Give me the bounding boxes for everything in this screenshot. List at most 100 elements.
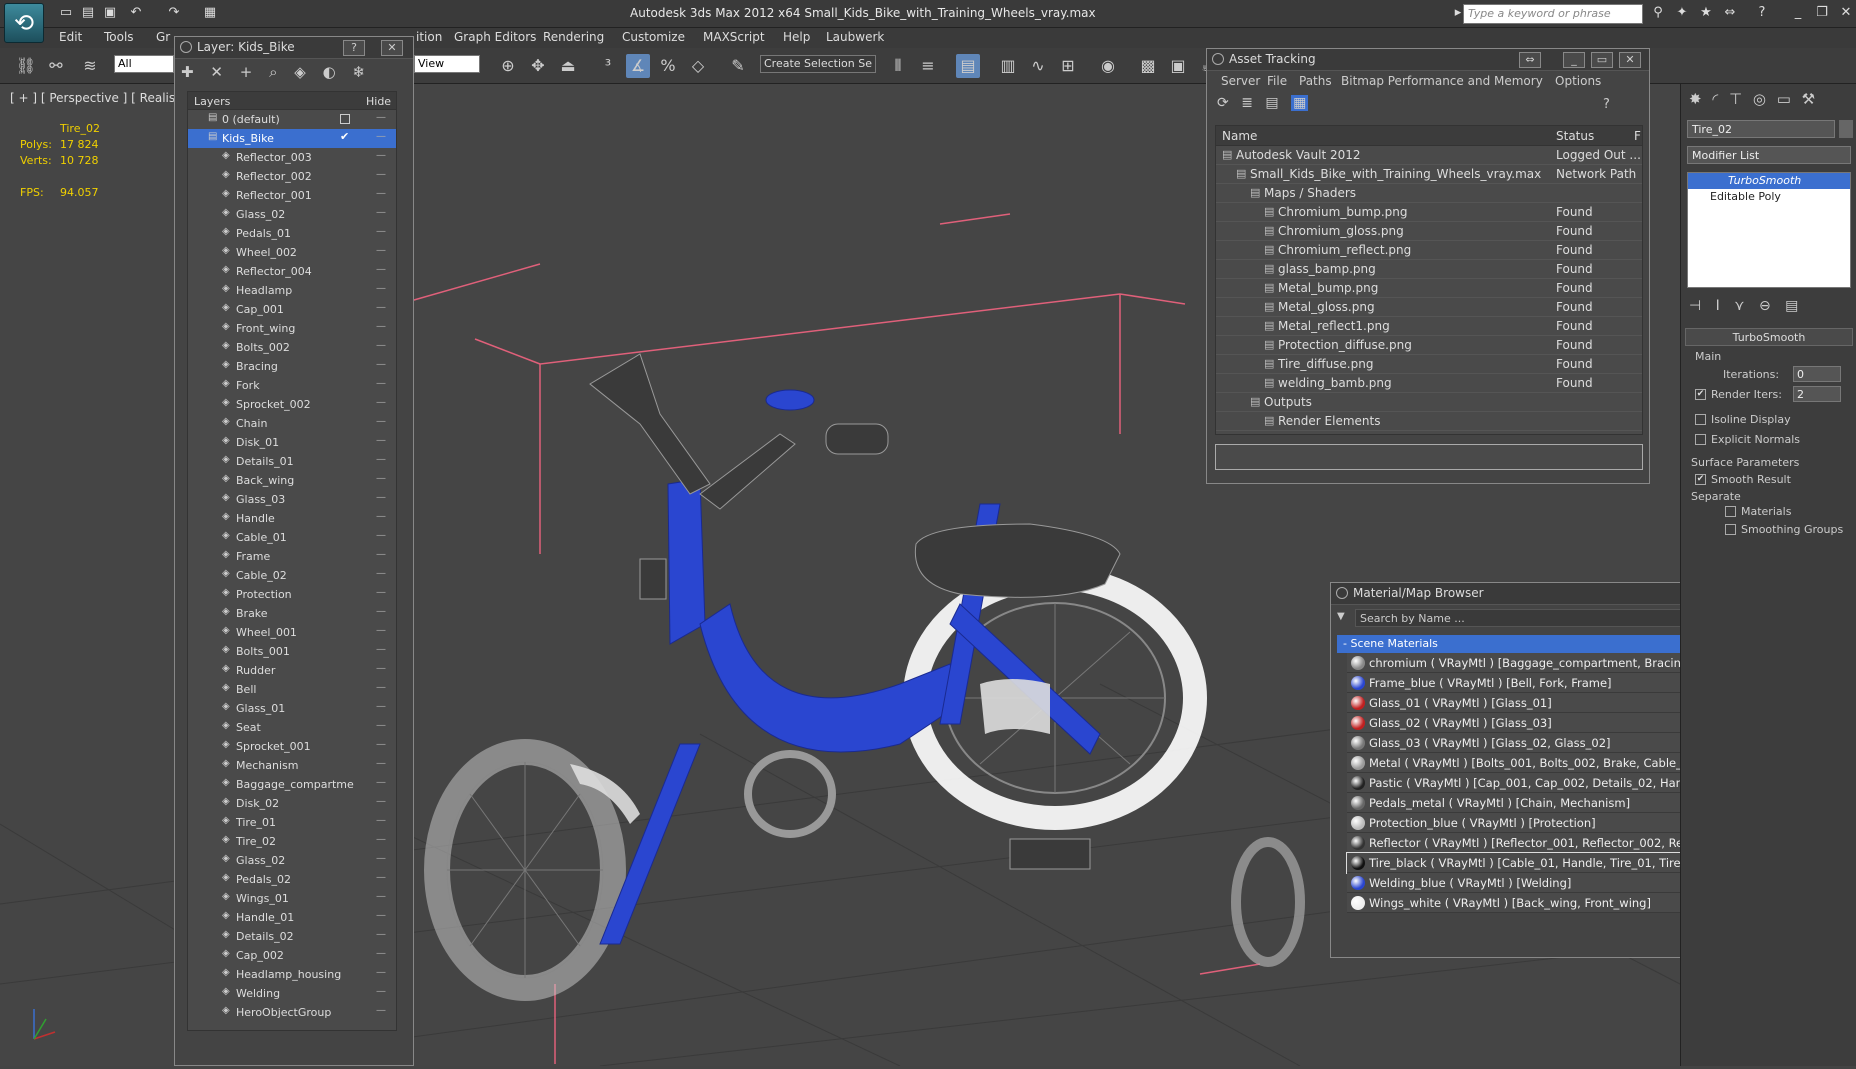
layer-row[interactable]: ◈ Bell — [188,680,396,699]
motion-tab-icon[interactable]: ◎ [1753,90,1766,108]
layer-row[interactable]: ◈ Seat — [188,718,396,737]
hide-toggle[interactable]: — [376,188,387,199]
menu-graph-editors[interactable]: Graph Editors [454,30,536,44]
hide-toggle[interactable]: — [376,739,387,750]
col-hide[interactable]: Hide [366,95,391,108]
reference-coord-dropdown[interactable]: View [414,55,480,73]
hide-toggle[interactable]: — [376,511,387,522]
menu-rendering[interactable]: Rendering [543,30,604,44]
hide-toggle[interactable]: — [376,872,387,883]
hide-toggle[interactable]: — [376,1005,387,1016]
select-manipulate-icon[interactable]: ✥ [526,54,550,78]
hide-toggle[interactable]: — [376,834,387,845]
smooth-result-checkbox[interactable]: ✔ [1695,474,1706,485]
layer-row[interactable]: ◈ Back_wing — [188,471,396,490]
layer-row[interactable]: ◈ Pedals_01 — [188,224,396,243]
asset-row[interactable]: ▤ Chromium_reflect.png Found [1216,241,1642,260]
asset-row[interactable]: ▤ glass_bamp.png Found [1216,260,1642,279]
close-window-icon[interactable]: ✕ [1838,5,1854,21]
asset-menu-paths[interactable]: Paths [1299,74,1332,88]
asset-path-field[interactable] [1215,444,1643,470]
hide-toggle[interactable]: — [376,549,387,560]
asset-row[interactable]: ▤ Tire_diffuse.png Found [1216,355,1642,374]
hide-toggle[interactable]: — [376,131,387,142]
col-layers[interactable]: Layers [194,95,230,108]
refresh-icon[interactable]: ⟳ [1217,95,1229,111]
project-folder-icon[interactable]: ▦ [202,5,218,21]
hide-toggle[interactable]: — [376,283,387,294]
utilities-tab-icon[interactable]: ⚒ [1802,90,1815,108]
angle-snap-icon[interactable]: ∡ [626,54,650,78]
hide-toggle[interactable]: — [376,150,387,161]
layer-row[interactable]: ◈ Sprocket_002 — [188,395,396,414]
layer-row[interactable]: ◈ Baggage_compartme — [188,775,396,794]
layer-manager-icon[interactable]: ▤ [956,54,980,78]
list-view-icon[interactable]: ≣ [1241,95,1253,111]
asset-close-button[interactable]: ✕ [1619,52,1641,68]
mirror-icon[interactable]: ⫴ [886,54,910,78]
isoline-checkbox[interactable] [1695,414,1706,425]
asset-dock-button[interactable]: ⇔ [1519,52,1541,68]
pivot-icon[interactable]: ⊕ [496,54,520,78]
select-link-icon[interactable]: ⛓ [14,54,38,78]
hide-toggle[interactable]: — [376,226,387,237]
new-file-icon[interactable]: ▭ [58,5,74,21]
layer-row[interactable]: ◈ Wings_01 — [188,889,396,908]
hide-toggle[interactable]: — [376,606,387,617]
asset-row[interactable]: ▤ Metal_gloss.png Found [1216,298,1642,317]
hide-toggle[interactable]: — [376,986,387,997]
hide-toggle[interactable]: — [376,568,387,579]
layer-row[interactable]: ◈ Front_wing — [188,319,396,338]
stack-item-turbosmooth[interactable]: TurboSmooth [1688,173,1850,189]
layer-row[interactable]: ◈ Cap_002 — [188,946,396,965]
hide-toggle[interactable]: — [376,777,387,788]
hide-toggle[interactable]: — [376,302,387,313]
layer-row[interactable]: ◈ Fork — [188,376,396,395]
layer-help-button[interactable]: ? [343,40,365,56]
layer-row[interactable]: ◈ Headlamp_housing — [188,965,396,984]
thumbnail-icon[interactable]: ▤ [1265,95,1278,111]
app-logo-icon[interactable]: ⟲ [4,3,44,43]
menu-laubwerk[interactable]: Laubwerk [826,30,884,44]
hide-toggle[interactable]: — [376,720,387,731]
layer-row[interactable]: ◈ Welding — [188,984,396,1003]
layer-row[interactable]: ◈ Protection — [188,585,396,604]
asset-minimize-button[interactable]: _ [1563,52,1585,68]
turbosmooth-rollout[interactable]: TurboSmooth [1685,328,1853,346]
layer-row[interactable]: ◈ Bolts_001 — [188,642,396,661]
render-iters-checkbox[interactable]: ✔ [1695,389,1706,400]
asset-row[interactable]: ▤ Protection_diffuse.png Found [1216,336,1642,355]
edit-named-selection-icon[interactable]: ✎ [726,54,750,78]
hide-toggle[interactable]: — [376,169,387,180]
render-setup-icon[interactable]: ▩ [1136,54,1160,78]
hide-toggle[interactable]: — [376,492,387,503]
spinner-snap-icon[interactable]: ◇ [686,54,710,78]
asset-menu-server[interactable]: Server [1221,74,1260,88]
hide-toggle[interactable]: — [376,701,387,712]
hierarchy-tab-icon[interactable]: ⊤ [1729,90,1742,108]
object-name-field[interactable]: Tire_02 [1687,120,1835,138]
render-iters-spinner[interactable]: 2 [1793,386,1841,402]
select-in-layer-icon[interactable]: ⌕ [269,63,277,81]
mat-options-icon[interactable]: ▼ [1337,611,1345,622]
layer-row[interactable]: ◈ Glass_03 — [188,490,396,509]
asset-menu-file[interactable]: File [1267,74,1287,88]
freeze-all-icon[interactable]: ❄ [352,63,365,81]
hide-toggle[interactable]: — [376,359,387,370]
layer-row[interactable]: ◈ Reflector_003 — [188,148,396,167]
asset-menu-bitmap[interactable]: Bitmap Performance and Memory [1341,74,1543,88]
hide-toggle[interactable]: — [376,530,387,541]
menu-group[interactable]: Gr [156,30,170,44]
hide-toggle[interactable]: — [376,910,387,921]
align-icon[interactable]: ≡ [916,54,940,78]
unlink-icon[interactable]: ⚯ [44,54,68,78]
layer-row[interactable]: ◈ Glass_02 — [188,851,396,870]
current-layer-check-icon[interactable]: ✔ [340,130,349,143]
modify-tab-icon[interactable]: ◜ [1712,90,1718,108]
object-color-swatch[interactable] [1839,120,1853,138]
layer-row[interactable]: ◈ Reflector_004 — [188,262,396,281]
hide-toggle[interactable]: — [376,644,387,655]
selection-filter-dropdown[interactable]: All [114,55,174,73]
bind-spacewarp-icon[interactable]: ≋ [78,54,102,78]
redo-icon[interactable]: ↷ [166,5,182,21]
